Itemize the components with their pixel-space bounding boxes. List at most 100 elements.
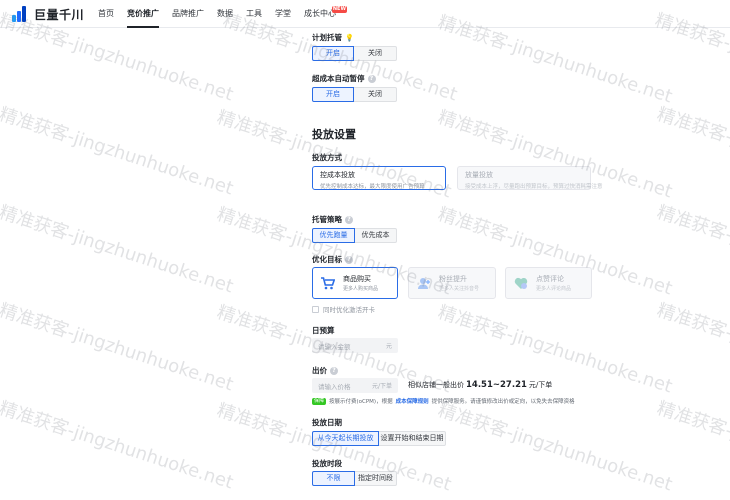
heart-icon <box>514 276 528 290</box>
watermark: 精准获客-jingzhunhuoke.net <box>654 201 730 298</box>
goal-follower-growth[interactable]: 粉丝提升 更多人关注抖音号 <box>408 267 496 299</box>
nav-label: 首页 <box>98 9 114 18</box>
plan-hosting-on-button[interactable]: 开启 <box>312 46 354 61</box>
similar-range: 14.51~27.21 <box>466 380 527 390</box>
bid-label: 出价 ? <box>312 365 338 376</box>
help-icon[interactable]: ? <box>330 366 338 375</box>
bid-label-text: 出价 <box>312 366 327 375</box>
guarantee-rule-link[interactable]: 成本保障规则 <box>396 397 429 405</box>
logo[interactable]: 巨量千川 <box>12 5 84 23</box>
method-title: 控成本投放 <box>320 171 355 179</box>
watermark: 精准获客-jingzhunhuoke.net <box>0 299 236 396</box>
cart-icon <box>321 276 335 290</box>
help-icon[interactable]: ? <box>367 74 376 83</box>
goal-product-purchase[interactable]: 商品购买 更多人购买商品 <box>312 267 398 299</box>
period-specified-button[interactable]: 指定时间段 <box>355 471 397 486</box>
auto-pause-label: 超成本自动暂停 ? <box>312 73 376 84</box>
date-label: 投放日期 <box>312 417 342 428</box>
nav-label: 竞价推广 <box>127 9 159 18</box>
delivery-method-label-text: 投放方式 <box>312 153 342 162</box>
auto-pause-on-button[interactable]: 开启 <box>312 87 354 102</box>
goal-title: 点赞评论 <box>536 275 564 283</box>
method-desc: 优先控制成本达标，最大限度使用广告预算 <box>320 184 425 190</box>
auto-pause-off-button[interactable]: 关闭 <box>354 87 397 102</box>
watermark: 精准获客-jingzhunhuoke.net <box>654 299 730 396</box>
auto-pause-toggle: 开启 关闭 <box>312 87 397 102</box>
date-long-term-button[interactable]: 从今天起长期投放 <box>312 431 379 446</box>
nav-data[interactable]: 数据 <box>217 0 233 28</box>
activation-checkbox[interactable] <box>312 305 319 313</box>
auto-pause-label-text: 超成本自动暂停 <box>312 74 365 83</box>
guarantee-badge: 保障 <box>312 397 327 405</box>
goal-title: 商品购买 <box>343 275 371 283</box>
goal-label-text: 优化目标 <box>312 255 342 264</box>
plan-hosting-toggle: 开启 关闭 <box>312 46 397 61</box>
similar-unit: 元/下单 <box>528 381 553 389</box>
top-navigation-bar: 巨量千川 首页 竞价推广 品牌推广 数据 工具 学堂 成长中心 NEW <box>0 0 730 28</box>
activation-checkbox-row[interactable]: 同时优化激活开卡 <box>312 304 375 314</box>
period-toggle: 不限 指定时间段 <box>312 471 397 486</box>
nav-academy[interactable]: 学堂 <box>275 0 291 28</box>
budget-placeholder: 请输入金额 <box>318 342 351 351</box>
strategy-cost-button[interactable]: 优先成本 <box>355 228 397 243</box>
nav-label: 品牌推广 <box>172 9 204 18</box>
help-icon[interactable]: ? <box>345 255 353 264</box>
nav-home[interactable]: 首页 <box>98 0 114 28</box>
method-desc: 接受成本上浮，尽量跑出预算目标，预算过快消耗需注意 <box>465 184 603 190</box>
watermark: 精准获客-jingzhunhuoke.net <box>654 397 730 494</box>
date-range-button[interactable]: 设置开始和结束日期 <box>379 431 446 446</box>
delivery-method-label: 投放方式 <box>312 152 342 163</box>
budget-label-text: 日预算 <box>312 326 335 335</box>
bulb-icon: 💡 <box>345 33 354 42</box>
nav-bidding-promotion[interactable]: 竞价推广 <box>127 0 159 28</box>
note-text-1: 按展示付费(oCPM)，根据 <box>329 399 393 405</box>
logo-icon <box>12 6 30 22</box>
main-nav: 首页 竞价推广 品牌推广 数据 工具 学堂 成长中心 NEW <box>98 0 349 28</box>
bid-placeholder: 请输入价格 <box>318 382 351 391</box>
date-toggle: 从今天起长期投放 设置开始和结束日期 <box>312 431 446 446</box>
delivery-settings-title: 投放设置 <box>312 128 356 141</box>
watermark: 精准获客-jingzhunhuoke.net <box>0 201 236 298</box>
similar-prefix: 相似店铺一般出价 <box>408 381 464 389</box>
nav-label: 数据 <box>217 9 233 18</box>
period-unlimited-button[interactable]: 不限 <box>312 471 355 486</box>
nav-brand-promotion[interactable]: 品牌推广 <box>172 0 204 28</box>
delivery-method-cost-control[interactable]: 控成本投放 优先控制成本达标，最大限度使用广告预算 <box>312 166 446 190</box>
watermark: 精准获客-jingzhunhuoke.net <box>654 103 730 200</box>
similar-shop-bid: 相似店铺一般出价 14.51~27.21 元/下单 <box>408 380 552 390</box>
goal-label: 优化目标 ? <box>312 254 353 265</box>
budget-input[interactable]: 请输入金额 元 <box>312 338 398 353</box>
date-label-text: 投放日期 <box>312 418 342 427</box>
goal-desc: 更多人购买商品 <box>343 286 379 292</box>
goal-like-comment[interactable]: 点赞评论 更多人评论商品 <box>505 267 592 299</box>
bid-input[interactable]: 请输入价格 元/下单 <box>312 378 398 393</box>
note-text-2: 提供保障服务。请谨慎修改出价或定向，以免失去保障资格 <box>431 399 575 405</box>
plan-hosting-label-text: 计划托管 <box>312 33 342 42</box>
budget-unit: 元 <box>385 343 392 350</box>
method-title: 放量投放 <box>465 171 493 179</box>
budget-label: 日预算 <box>312 325 335 336</box>
watermark: 精准获客-jingzhunhuoke.net <box>0 103 236 200</box>
strategy-label-text: 托管策略 <box>312 215 342 224</box>
strategy-toggle: 优先跑量 优先成本 <box>312 228 397 243</box>
nav-label: 学堂 <box>275 9 291 18</box>
guarantee-note: 保障 按展示付费(oCPM)，根据 成本保障规则 提供保障服务。请谨慎修改出价或… <box>312 397 575 405</box>
help-icon[interactable]: ? <box>345 215 353 224</box>
logo-text: 巨量千川 <box>34 7 85 22</box>
goal-desc: 更多人评论商品 <box>536 286 572 292</box>
nav-growth-center[interactable]: 成长中心 NEW <box>304 0 347 28</box>
watermark: 精准获客-jingzhunhuoke.net <box>435 399 675 496</box>
activation-checkbox-label: 同时优化激活开卡 <box>323 306 375 314</box>
goal-title: 粉丝提升 <box>439 275 467 283</box>
strategy-label: 托管策略 ? <box>312 214 353 225</box>
period-label: 投放时段 <box>312 458 342 469</box>
strategy-volume-button[interactable]: 优先跑量 <box>312 228 355 243</box>
plan-hosting-off-button[interactable]: 关闭 <box>354 46 397 61</box>
delivery-method-volume[interactable]: 放量投放 接受成本上浮，尽量跑出预算目标，预算过快消耗需注意 <box>457 166 603 190</box>
new-badge: NEW <box>331 6 347 13</box>
plan-hosting-label: 计划托管 💡 <box>312 32 354 43</box>
bid-unit: 元/下单 <box>371 383 392 390</box>
watermark: 精准获客-jingzhunhuoke.net <box>0 397 236 494</box>
period-label-text: 投放时段 <box>312 459 342 468</box>
nav-tools[interactable]: 工具 <box>246 0 262 28</box>
